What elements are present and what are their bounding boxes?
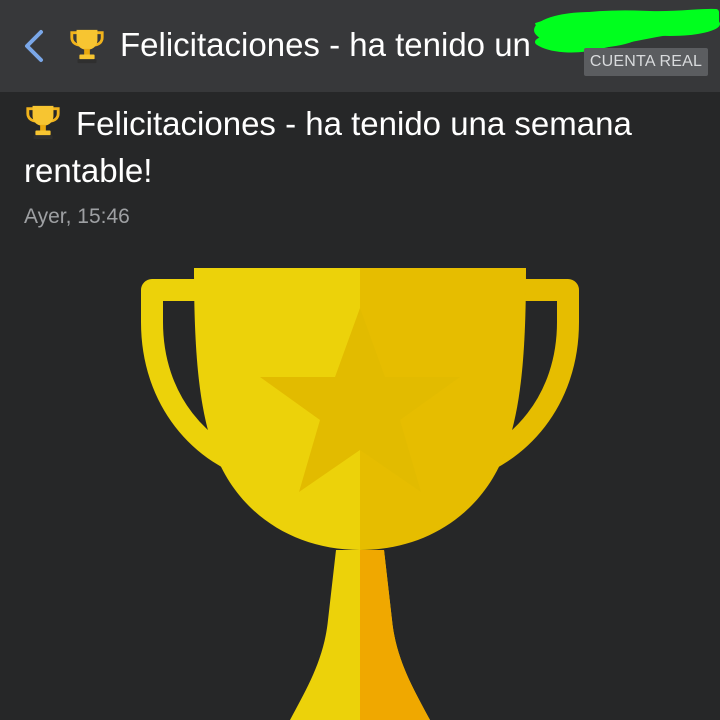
- trophy-icon: [26, 105, 60, 140]
- message-title: Felicitaciones - ha tenido una semana re…: [24, 100, 704, 194]
- header-title: Felicitaciones - ha tenido un: [120, 26, 531, 63]
- message-title-text: Felicitaciones - ha tenido una semana re…: [24, 105, 632, 189]
- trophy-icon: [70, 29, 104, 64]
- top-app-bar: Felicitaciones - ha tenido un CUENTA REA…: [0, 0, 720, 92]
- chevron-left-icon: [25, 30, 43, 62]
- message-timestamp: Ayer, 15:46: [24, 205, 130, 228]
- back-button[interactable]: [14, 26, 54, 66]
- trophy-star-icon: [141, 268, 579, 720]
- real-account-badge[interactable]: CUENTA REAL: [584, 48, 708, 76]
